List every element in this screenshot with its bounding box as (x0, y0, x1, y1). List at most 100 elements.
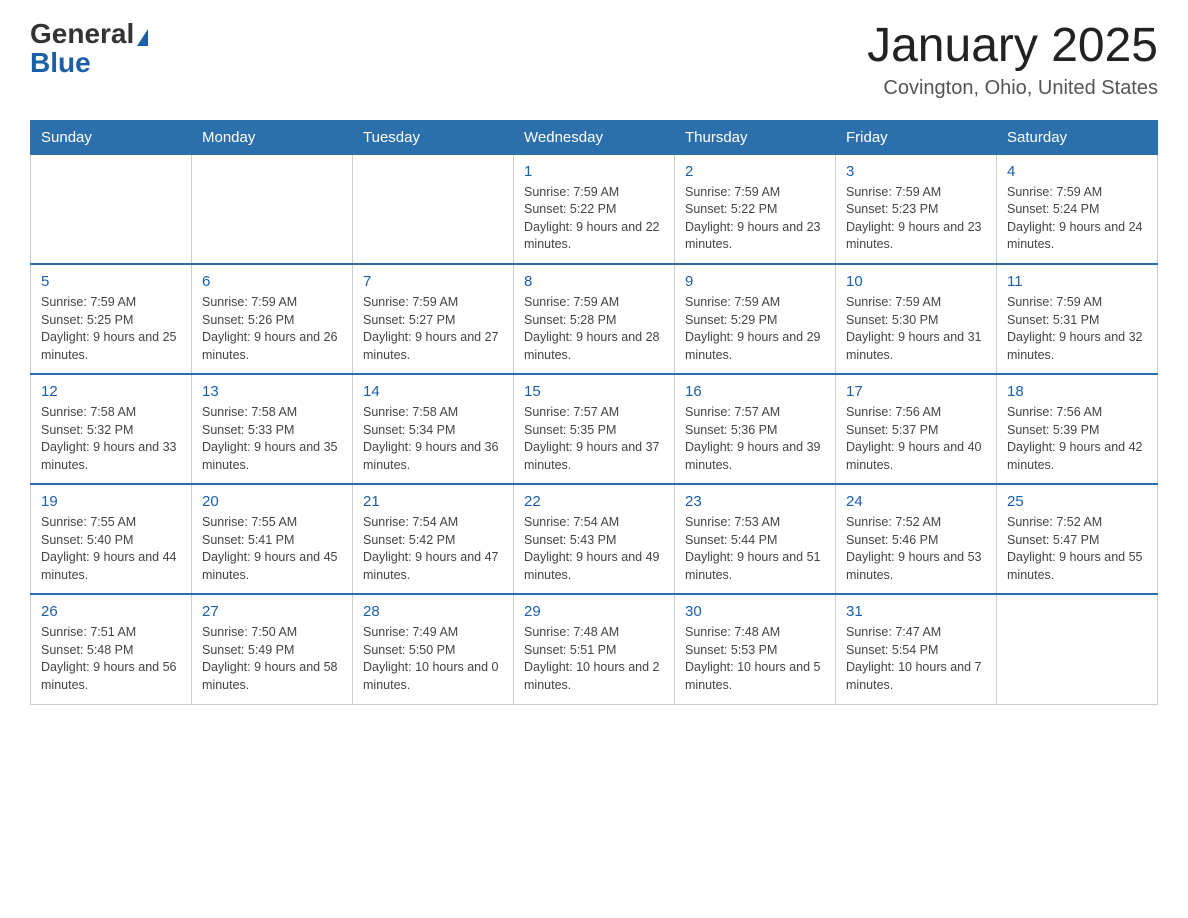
day-number: 13 (202, 383, 342, 400)
day-info: Sunrise: 7:59 AM Sunset: 5:28 PM Dayligh… (524, 294, 664, 364)
calendar-cell: 19 Sunrise: 7:55 AM Sunset: 5:40 PM Dayli… (31, 484, 192, 594)
day-number: 9 (685, 273, 825, 290)
calendar-cell: 25 Sunrise: 7:52 AM Sunset: 5:47 PM Dayli… (997, 484, 1158, 594)
day-number: 30 (685, 603, 825, 620)
page-header: General Blue January 2025 Covington, Ohi… (30, 20, 1158, 100)
calendar-cell: 23Sunrise: 7:53 AM Sunset: 5:44 PM Dayli… (675, 484, 836, 594)
day-number: 18 (1007, 383, 1147, 400)
calendar-cell: 8 Sunrise: 7:59 AM Sunset: 5:28 PM Daylig… (514, 264, 675, 374)
day-info: Sunrise: 7:47 AM Sunset: 5:54 PM Dayligh… (846, 624, 986, 694)
day-number: 6 (202, 273, 342, 290)
calendar-cell (353, 154, 514, 264)
day-info: Sunrise: 7:55 AM Sunset: 5:41 PM Dayligh… (202, 514, 342, 584)
calendar-cell: 27Sunrise: 7:50 AM Sunset: 5:49 PM Dayli… (192, 594, 353, 704)
calendar-cell: 15Sunrise: 7:57 AM Sunset: 5:35 PM Dayli… (514, 374, 675, 484)
calendar-cell: 18Sunrise: 7:56 AM Sunset: 5:39 PM Dayli… (997, 374, 1158, 484)
calendar-cell: 20 Sunrise: 7:55 AM Sunset: 5:41 PM Dayli… (192, 484, 353, 594)
logo-line1: General (30, 20, 148, 48)
day-info: Sunrise: 7:58 AM Sunset: 5:34 PM Dayligh… (363, 404, 503, 474)
logo-triangle-icon (137, 29, 148, 46)
day-number: 1 (524, 163, 664, 180)
logo-general-text: General (30, 20, 134, 48)
calendar-cell (192, 154, 353, 264)
header-friday: Friday (836, 120, 997, 154)
day-info: Sunrise: 7:58 AM Sunset: 5:32 PM Dayligh… (41, 404, 181, 474)
title-area: January 2025 Covington, Ohio, United Sta… (867, 20, 1158, 100)
calendar-cell: 2Sunrise: 7:59 AM Sunset: 5:22 PM Daylig… (675, 154, 836, 264)
calendar-cell: 30 Sunrise: 7:48 AM Sunset: 5:53 PM Dayli… (675, 594, 836, 704)
day-info: Sunrise: 7:54 AM Sunset: 5:43 PM Dayligh… (524, 514, 664, 584)
calendar-week-row-5: 26Sunrise: 7:51 AM Sunset: 5:48 PM Dayli… (31, 594, 1158, 704)
calendar-cell: 22 Sunrise: 7:54 AM Sunset: 5:43 PM Dayli… (514, 484, 675, 594)
day-number: 15 (524, 383, 664, 400)
calendar-table: Sunday Monday Tuesday Wednesday Thursday… (30, 120, 1158, 705)
day-info: Sunrise: 7:55 AM Sunset: 5:40 PM Dayligh… (41, 514, 181, 584)
day-number: 11 (1007, 273, 1147, 290)
day-number: 25 (1007, 493, 1147, 510)
calendar-cell: 29 Sunrise: 7:48 AM Sunset: 5:51 PM Dayli… (514, 594, 675, 704)
day-info: Sunrise: 7:59 AM Sunset: 5:27 PM Dayligh… (363, 294, 503, 364)
day-info: Sunrise: 7:49 AM Sunset: 5:50 PM Dayligh… (363, 624, 503, 694)
day-info: Sunrise: 7:59 AM Sunset: 5:24 PM Dayligh… (1007, 184, 1147, 254)
day-info: Sunrise: 7:52 AM Sunset: 5:47 PM Dayligh… (1007, 514, 1147, 584)
day-number: 31 (846, 603, 986, 620)
day-info: Sunrise: 7:58 AM Sunset: 5:33 PM Dayligh… (202, 404, 342, 474)
day-number: 23 (685, 493, 825, 510)
day-number: 16 (685, 383, 825, 400)
day-info: Sunrise: 7:48 AM Sunset: 5:53 PM Dayligh… (685, 624, 825, 694)
page-title: January 2025 (867, 20, 1158, 73)
calendar-week-row-1: 1 Sunrise: 7:59 AM Sunset: 5:22 PM Daylig… (31, 154, 1158, 264)
day-info: Sunrise: 7:56 AM Sunset: 5:37 PM Dayligh… (846, 404, 986, 474)
day-info: Sunrise: 7:52 AM Sunset: 5:46 PM Dayligh… (846, 514, 986, 584)
day-number: 29 (524, 603, 664, 620)
day-info: Sunrise: 7:59 AM Sunset: 5:29 PM Dayligh… (685, 294, 825, 364)
calendar-cell: 1 Sunrise: 7:59 AM Sunset: 5:22 PM Daylig… (514, 154, 675, 264)
calendar-cell (31, 154, 192, 264)
header-wednesday: Wednesday (514, 120, 675, 154)
day-number: 8 (524, 273, 664, 290)
day-number: 10 (846, 273, 986, 290)
day-info: Sunrise: 7:59 AM Sunset: 5:25 PM Dayligh… (41, 294, 181, 364)
calendar-cell (997, 594, 1158, 704)
day-number: 28 (363, 603, 503, 620)
calendar-cell: 6 Sunrise: 7:59 AM Sunset: 5:26 PM Daylig… (192, 264, 353, 374)
calendar-cell: 17 Sunrise: 7:56 AM Sunset: 5:37 PM Dayli… (836, 374, 997, 484)
calendar-cell: 21Sunrise: 7:54 AM Sunset: 5:42 PM Dayli… (353, 484, 514, 594)
calendar-week-row-3: 12Sunrise: 7:58 AM Sunset: 5:32 PM Dayli… (31, 374, 1158, 484)
logo: General Blue (30, 20, 148, 79)
day-number: 24 (846, 493, 986, 510)
day-info: Sunrise: 7:59 AM Sunset: 5:26 PM Dayligh… (202, 294, 342, 364)
day-number: 3 (846, 163, 986, 180)
day-info: Sunrise: 7:59 AM Sunset: 5:23 PM Dayligh… (846, 184, 986, 254)
calendar-cell: 13 Sunrise: 7:58 AM Sunset: 5:33 PM Dayli… (192, 374, 353, 484)
day-info: Sunrise: 7:51 AM Sunset: 5:48 PM Dayligh… (41, 624, 181, 694)
day-info: Sunrise: 7:59 AM Sunset: 5:22 PM Dayligh… (524, 184, 664, 254)
day-number: 2 (685, 163, 825, 180)
page-subtitle: Covington, Ohio, United States (867, 77, 1158, 100)
day-info: Sunrise: 7:59 AM Sunset: 5:30 PM Dayligh… (846, 294, 986, 364)
calendar-cell: 16Sunrise: 7:57 AM Sunset: 5:36 PM Dayli… (675, 374, 836, 484)
day-number: 19 (41, 493, 181, 510)
calendar-cell: 3 Sunrise: 7:59 AM Sunset: 5:23 PM Daylig… (836, 154, 997, 264)
calendar-week-row-4: 19 Sunrise: 7:55 AM Sunset: 5:40 PM Dayli… (31, 484, 1158, 594)
logo-blue-line: Blue (30, 48, 91, 79)
day-number: 22 (524, 493, 664, 510)
calendar-cell: 26Sunrise: 7:51 AM Sunset: 5:48 PM Dayli… (31, 594, 192, 704)
day-info: Sunrise: 7:48 AM Sunset: 5:51 PM Dayligh… (524, 624, 664, 694)
day-info: Sunrise: 7:50 AM Sunset: 5:49 PM Dayligh… (202, 624, 342, 694)
day-number: 21 (363, 493, 503, 510)
day-number: 20 (202, 493, 342, 510)
calendar-cell: 9 Sunrise: 7:59 AM Sunset: 5:29 PM Daylig… (675, 264, 836, 374)
calendar-week-row-2: 5Sunrise: 7:59 AM Sunset: 5:25 PM Daylig… (31, 264, 1158, 374)
header-monday: Monday (192, 120, 353, 154)
calendar-cell: 14Sunrise: 7:58 AM Sunset: 5:34 PM Dayli… (353, 374, 514, 484)
calendar-cell: 12Sunrise: 7:58 AM Sunset: 5:32 PM Dayli… (31, 374, 192, 484)
calendar-cell: 31 Sunrise: 7:47 AM Sunset: 5:54 PM Dayli… (836, 594, 997, 704)
calendar-cell: 5Sunrise: 7:59 AM Sunset: 5:25 PM Daylig… (31, 264, 192, 374)
calendar-cell: 28 Sunrise: 7:49 AM Sunset: 5:50 PM Dayli… (353, 594, 514, 704)
header-saturday: Saturday (997, 120, 1158, 154)
header-thursday: Thursday (675, 120, 836, 154)
header-sunday: Sunday (31, 120, 192, 154)
day-number: 17 (846, 383, 986, 400)
calendar-cell: 10 Sunrise: 7:59 AM Sunset: 5:30 PM Dayli… (836, 264, 997, 374)
